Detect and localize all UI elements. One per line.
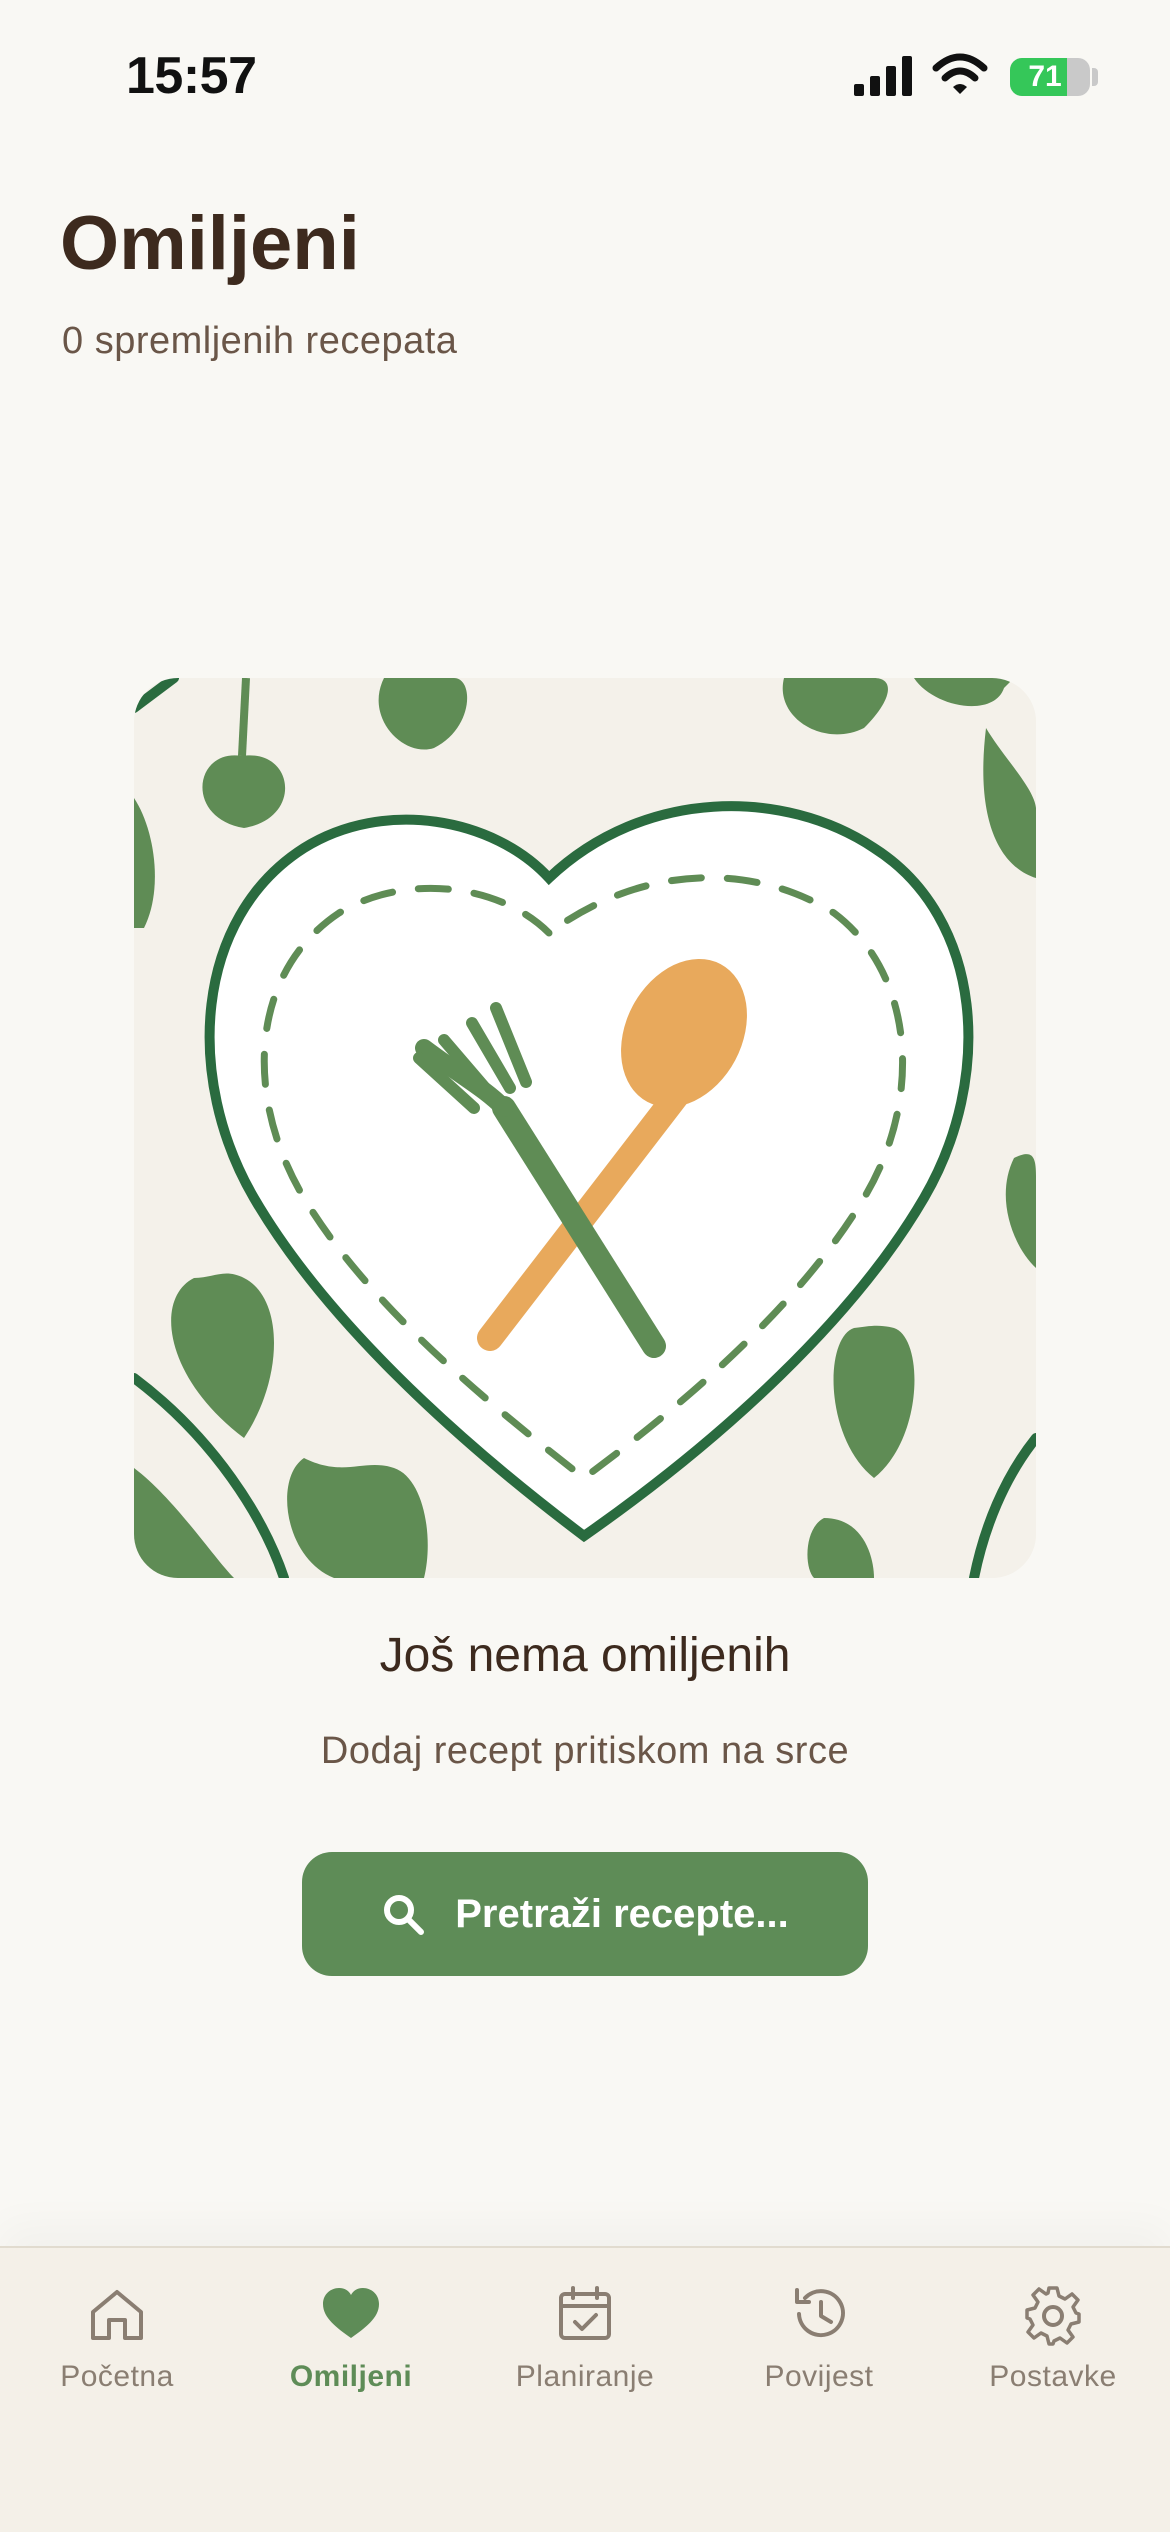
tab-planning[interactable]: Planiranje xyxy=(468,2282,702,2422)
favorites-screen: 15:57 71 Omiljeni 0 spremljenih recepata xyxy=(0,0,1170,2532)
tab-label: Povijest xyxy=(764,2360,874,2393)
tab-label: Postavke xyxy=(989,2360,1117,2393)
empty-favorites-illustration xyxy=(134,678,1036,1578)
search-icon xyxy=(384,1895,425,1935)
status-time: 15:57 xyxy=(126,47,257,105)
tab-home[interactable]: Početna xyxy=(0,2282,234,2422)
wifi-icon xyxy=(932,53,988,94)
status-bar: 15:57 71 xyxy=(0,0,1170,150)
heart-icon xyxy=(323,2288,379,2338)
tab-settings[interactable]: Postavke xyxy=(936,2282,1170,2422)
page-title: Omiljeni xyxy=(60,201,360,286)
heart-plate-illustration xyxy=(134,678,1036,1578)
bottom-tab-bar: Početna Omiljeni Planiranje Povijest Pos… xyxy=(0,2246,1170,2532)
battery-indicator: 71 xyxy=(1010,58,1090,96)
tab-favorites[interactable]: Omiljeni xyxy=(234,2282,468,2422)
search-button-label: Pretraži recepte... xyxy=(455,1891,789,1936)
tab-label: Početna xyxy=(60,2360,174,2393)
settings-gear-icon xyxy=(1025,2286,1081,2346)
calendar-check-icon xyxy=(559,2286,611,2340)
empty-state-hint: Dodaj recept pritiskom na srce xyxy=(320,1730,850,1772)
battery-level: 71 xyxy=(1028,60,1062,93)
history-icon xyxy=(795,2288,845,2338)
tab-history[interactable]: Povijest xyxy=(702,2282,936,2422)
home-icon xyxy=(91,2290,143,2340)
cellular-signal-icon xyxy=(854,56,912,96)
empty-state-title: Još nema omiljenih xyxy=(379,1629,791,1682)
battery-cap xyxy=(1092,68,1098,86)
tab-label: Planiranje xyxy=(515,2360,655,2393)
saved-count: 0 spremljenih recepata xyxy=(62,320,458,362)
tab-label: Omiljeni xyxy=(289,2360,413,2393)
search-recipes-button[interactable]: Pretraži recepte... xyxy=(302,1852,868,1976)
